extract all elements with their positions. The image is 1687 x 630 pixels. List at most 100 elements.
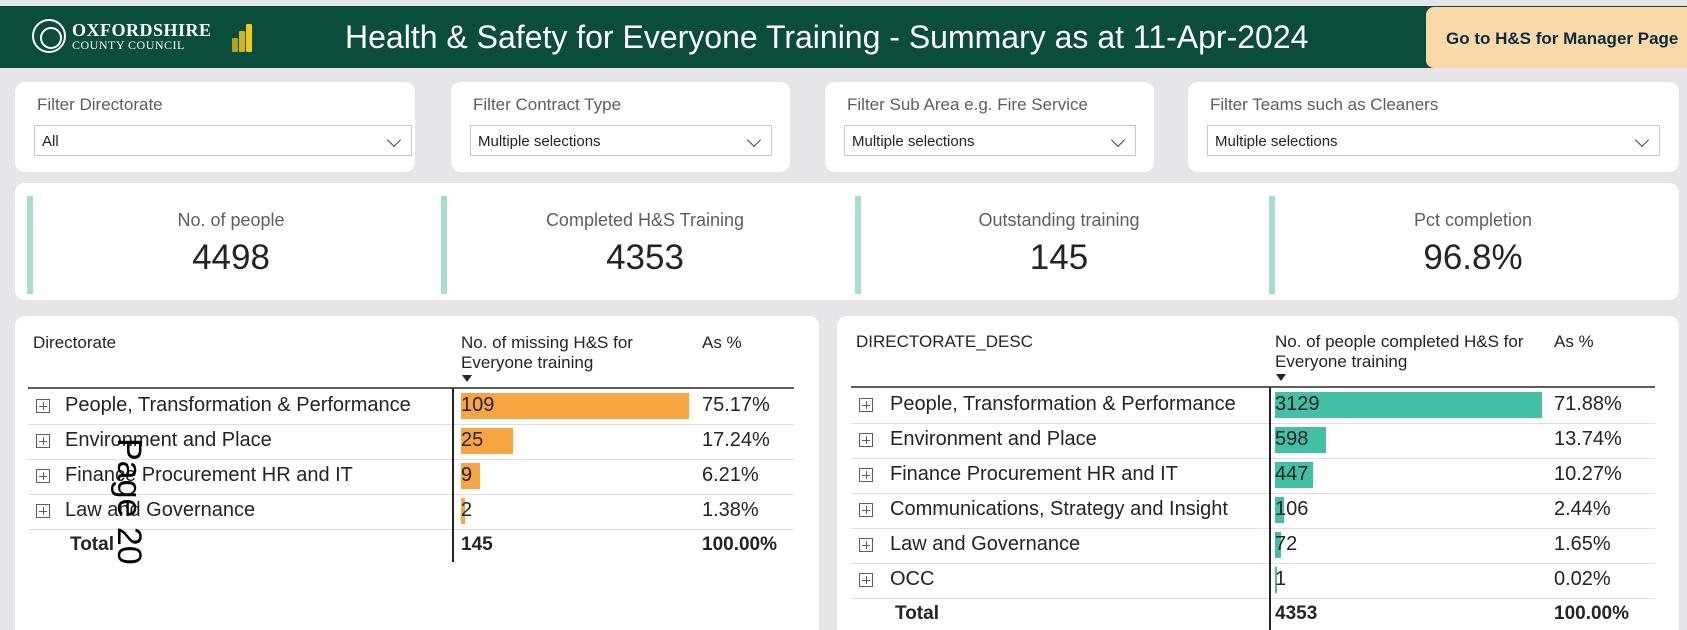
completed-col-directorate[interactable]: DIRECTORATE_DESC	[856, 332, 1033, 352]
row-directorate[interactable]: Finance Procurement HR and IT	[890, 463, 1178, 486]
expand-row-icon[interactable]	[859, 468, 873, 482]
kpi-outstanding: Outstanding training 145	[843, 183, 1257, 294]
row-value: 3129	[1275, 393, 1320, 415]
logo-line1: OXFORDSHIRE	[72, 20, 212, 40]
manager-page-button[interactable]: Go to H&S for Manager Page	[1426, 7, 1687, 68]
expand-row-icon[interactable]	[859, 538, 873, 552]
total-label: Total	[895, 603, 939, 624]
row-directorate[interactable]: Law and Governance	[890, 533, 1080, 556]
missing-col-directorate[interactable]: Directorate	[33, 333, 116, 353]
kpi-label: Pct completion	[1413, 210, 1533, 230]
row-pct: 1.65%	[1554, 533, 1611, 555]
row-directorate[interactable]: People, Transformation & Performance	[890, 393, 1236, 416]
logo-line2: COUNTY COUNCIL	[72, 38, 185, 52]
expand-row-icon[interactable]	[859, 573, 873, 587]
data-bar	[461, 393, 689, 419]
row-pct: 13.74%	[1554, 428, 1622, 450]
chevron-down-icon	[1634, 132, 1650, 148]
row-pct: 17.24%	[702, 429, 770, 451]
kpi-label: Completed H&S Training	[545, 210, 745, 230]
filter-contract-dropdown[interactable]: Multiple selections	[470, 125, 772, 156]
column-divider	[452, 388, 454, 562]
row-value: 9	[461, 464, 473, 486]
filter-directorate-value: All	[42, 133, 59, 150]
expand-row-icon[interactable]	[36, 504, 50, 518]
row-directorate[interactable]: OCC	[890, 568, 934, 591]
expand-row-icon[interactable]	[36, 399, 50, 413]
row-divider	[28, 424, 794, 425]
filter-subarea-dropdown[interactable]: Multiple selections	[844, 125, 1136, 156]
header-divider	[28, 387, 794, 389]
page-overlay-label: Page 20	[110, 438, 148, 565]
filter-directorate-card: Filter Directorate All	[15, 82, 415, 172]
missing-col-count[interactable]: No. of missing H&S for Everyone training	[461, 333, 671, 373]
kpi-completed: Completed H&S Training 4353	[429, 183, 843, 294]
filter-contract-label: Filter Contract Type	[473, 95, 622, 114]
kpi-panel: No. of people 4498 Completed H&S Trainin…	[15, 183, 1679, 300]
row-value: 2	[461, 499, 473, 521]
row-divider	[851, 423, 1655, 424]
filter-subarea-value: Multiple selections	[852, 133, 975, 150]
expand-row-icon[interactable]	[859, 503, 873, 517]
filter-contract-value: Multiple selections	[478, 133, 601, 150]
row-value: 1	[1275, 568, 1287, 590]
row-pct: 0.02%	[1554, 568, 1611, 590]
filter-subarea-card: Filter Sub Area e.g. Fire Service Multip…	[825, 82, 1154, 172]
sort-descending-icon	[462, 375, 472, 382]
expand-row-icon[interactable]	[859, 433, 873, 447]
row-value: 447	[1275, 463, 1309, 485]
total-value: 4353	[1275, 603, 1318, 624]
filter-teams-label: Filter Teams such as Cleaners	[1210, 95, 1439, 114]
total-label: Total	[70, 534, 114, 555]
chevron-down-icon	[386, 132, 402, 148]
expand-row-icon[interactable]	[36, 469, 50, 483]
row-directorate[interactable]: People, Transformation & Performance	[65, 394, 411, 417]
kpi-label: No. of people	[177, 210, 285, 230]
expand-row-icon[interactable]	[36, 434, 50, 448]
page-title: Health & Safety for Everyone Training - …	[345, 19, 1309, 55]
missing-col-pct[interactable]: As %	[702, 333, 742, 353]
row-divider	[851, 563, 1655, 564]
row-directorate[interactable]: Communications, Strategy and Insight	[890, 498, 1228, 521]
power-bi-icon	[232, 22, 254, 52]
row-pct: 1.38%	[702, 499, 759, 521]
row-pct: 6.21%	[702, 464, 759, 486]
kpi-pct: Pct completion 96.8%	[1257, 183, 1671, 294]
filter-directorate-dropdown[interactable]: All	[34, 125, 412, 156]
row-pct: 10.27%	[1554, 463, 1622, 485]
header-divider	[851, 386, 1655, 388]
crest-icon	[32, 19, 66, 53]
row-directorate[interactable]: Environment and Place	[890, 428, 1097, 451]
filter-teams-value: Multiple selections	[1215, 133, 1338, 150]
filter-subarea-label: Filter Sub Area e.g. Fire Service	[847, 95, 1088, 114]
filter-teams-card: Filter Teams such as Cleaners Multiple s…	[1188, 82, 1679, 172]
row-value: 598	[1275, 428, 1309, 450]
kpi-people: No. of people 4498	[15, 183, 429, 294]
completed-col-count[interactable]: No. of people completed H&S for Everyone…	[1275, 332, 1545, 372]
kpi-value: 96.8%	[1423, 238, 1523, 277]
expand-row-icon[interactable]	[859, 398, 873, 412]
row-divider	[851, 598, 1655, 599]
column-divider	[1269, 387, 1271, 630]
row-directorate[interactable]: Environment and Place	[65, 429, 272, 452]
filter-directorate-label: Filter Directorate	[37, 95, 163, 114]
row-pct: 71.88%	[1554, 393, 1622, 415]
kpi-label: Outstanding training	[978, 210, 1140, 230]
row-value: 109	[461, 394, 495, 416]
row-value: 25	[461, 429, 484, 451]
total-pct: 100.00%	[702, 534, 778, 555]
total-pct: 100.00%	[1554, 603, 1630, 624]
filter-teams-dropdown[interactable]: Multiple selections	[1207, 125, 1660, 156]
total-value: 145	[461, 534, 493, 555]
row-value: 106	[1275, 498, 1309, 520]
row-divider	[851, 458, 1655, 459]
sort-descending-icon	[1276, 374, 1286, 381]
kpi-value: 4353	[606, 238, 684, 277]
row-divider	[851, 528, 1655, 529]
row-directorate[interactable]: Law and Governance	[65, 499, 255, 522]
row-value: 72	[1275, 533, 1298, 555]
completed-col-pct[interactable]: As %	[1554, 332, 1594, 352]
row-pct: 2.44%	[1554, 498, 1611, 520]
row-divider	[851, 493, 1655, 494]
kpi-value: 4498	[192, 238, 270, 277]
